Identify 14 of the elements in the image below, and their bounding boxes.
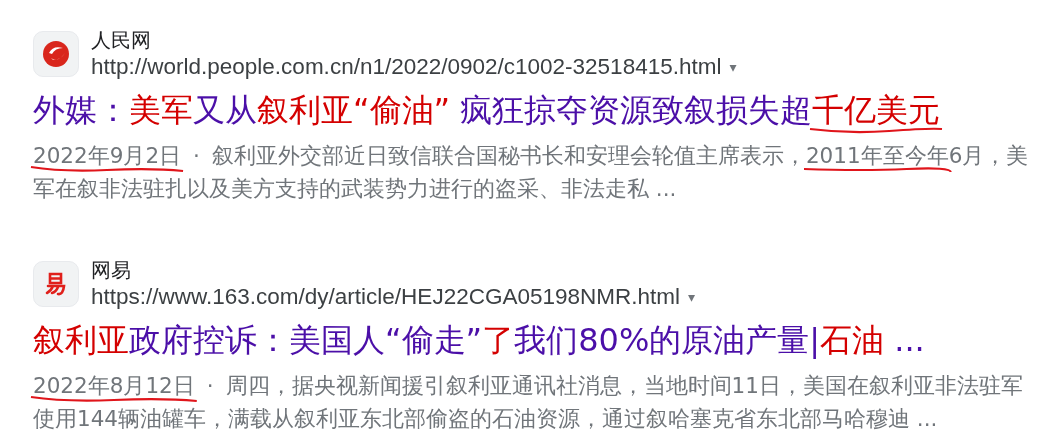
- site-name: 网易: [91, 257, 132, 283]
- result-url[interactable]: http://world.people.com.cn/n1/2022/0902/c1002-32518415.html: [91, 53, 722, 81]
- site-name: 人民网: [91, 27, 152, 53]
- result-snippet: 2022年8月12日 · 周四，据央视新闻援引叙利亚通讯社消息，当地时间11日，美国在叙利亚非法驻军使用144辆油罐车，满载从叙利亚东北部偷盗的石油资源，通过叙哈塞克省东北部马哈穆迪 ...: [33, 369, 1033, 435]
- site-logo-icon: [33, 31, 79, 77]
- result-title-link[interactable]: 外媒：美军又从叙利亚“偷油” 疯狂掠夺资源致叙损失超千亿美元: [33, 89, 1033, 131]
- result-snippet: 2022年9月2日 · 叙利亚外交部近日致信联合国秘书长和安理会轮值主席表示，2011年至今年6月，美军在叙非法驻扎以及美方支持的武装势力进行的盗采、非法走私 ...: [33, 139, 1033, 205]
- result-url[interactable]: https://www.163.com/dy/article/HEJ22CGA05198NMR.html: [91, 283, 680, 311]
- dropdown-caret-icon[interactable]: ▾: [729, 59, 737, 75]
- separator-dot: ·: [193, 143, 200, 168]
- dropdown-caret-icon[interactable]: ▾: [688, 289, 695, 305]
- result-title-link[interactable]: 叙利亚政府控诉：美国人“偷走”了我们80%的原油产量|石油 ...: [33, 319, 1033, 361]
- site-logo-icon: [33, 261, 79, 307]
- separator-dot: ·: [206, 373, 214, 398]
